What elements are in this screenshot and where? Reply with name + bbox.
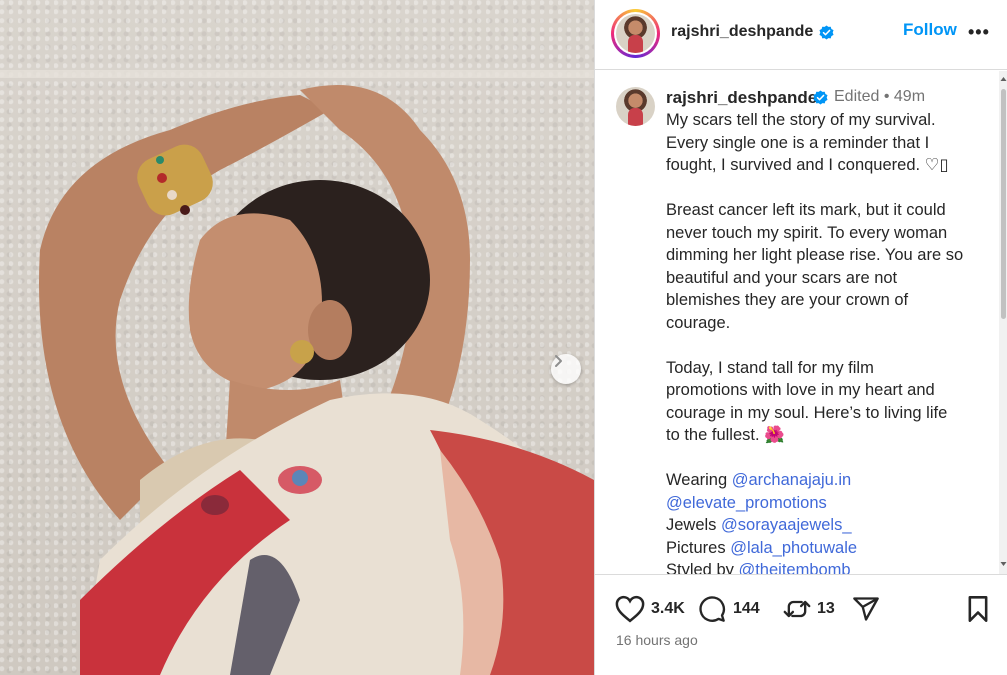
caption-username[interactable]: rajshri_deshpande xyxy=(666,88,817,108)
share-button[interactable] xyxy=(851,595,881,623)
caption-text: My scars tell the story of my survival. … xyxy=(666,109,991,574)
caption-section: rajshri_deshpande Edited • 49m My scars … xyxy=(595,71,999,574)
repost-button[interactable]: 13 xyxy=(783,595,835,623)
post-actions: 3.4K 144 13 16 hours ago xyxy=(595,574,1007,675)
bookmark-icon xyxy=(968,596,988,622)
more-options-button[interactable]: ••• xyxy=(968,22,990,43)
like-button[interactable]: 3.4K xyxy=(615,595,685,623)
like-count[interactable]: 3.4K xyxy=(651,600,685,618)
post-header: rajshri_deshpande Follow ••• xyxy=(595,0,1007,70)
post-timestamp[interactable]: 16 hours ago xyxy=(616,632,698,648)
scroll-thumb[interactable] xyxy=(1001,89,1006,319)
send-icon xyxy=(853,597,879,621)
caption-scrollbar[interactable] xyxy=(999,71,1007,574)
pictures-label: Pictures xyxy=(666,538,726,557)
caption-line: Every single one is a reminder that I xyxy=(666,133,930,152)
mention-link[interactable]: @elevate_promotions xyxy=(666,494,827,512)
meta-separator: • xyxy=(883,88,890,105)
mention-link[interactable]: @sorayaajewels_ xyxy=(721,516,851,534)
styled-label: Styled by xyxy=(666,561,734,574)
mention-link[interactable]: @lala_photuwale xyxy=(730,539,857,557)
post-side-panel: rajshri_deshpande Follow ••• rajshri_des… xyxy=(594,0,1007,675)
caption-line: courage. xyxy=(666,313,731,332)
caption-line: beautiful and your scars are not xyxy=(666,268,898,287)
caption-line: Breast cancer left its mark, but it coul… xyxy=(666,201,946,219)
caption-line: courage in my soul. Here’s to living lif… xyxy=(666,403,948,422)
edited-label: Edited xyxy=(834,88,880,105)
credit-line: Styled by @theitembomb xyxy=(666,559,991,574)
follow-button[interactable]: Follow xyxy=(903,20,957,40)
caption-line: never touch my spirit. To every woman xyxy=(666,223,948,242)
repost-icon xyxy=(783,600,811,618)
comment-button[interactable]: 144 xyxy=(697,595,760,623)
header-username[interactable]: rajshri_deshpande xyxy=(671,23,813,41)
mention-link[interactable]: @theitembomb xyxy=(738,561,850,574)
repost-count[interactable]: 13 xyxy=(817,600,835,618)
post-image-illustration xyxy=(0,70,594,675)
caption-line: dimming her light please rise. You are s… xyxy=(666,246,964,264)
verified-badge-icon xyxy=(813,90,828,105)
credit-line: @elevate_promotions xyxy=(666,492,991,515)
caption-line: Today, I stand tall for my film xyxy=(666,358,874,377)
caption-line: blemishes they are your crown of xyxy=(666,291,909,309)
caption-line: promotions with love in my heart and xyxy=(666,381,935,399)
heart-icon xyxy=(615,595,645,623)
credit-line: Wearing @archanajaju.in xyxy=(666,469,991,492)
caption-line: fought, I survived and I conquered. ♡▯ xyxy=(666,156,949,174)
caption-avatar[interactable] xyxy=(616,87,655,126)
wearing-label: Wearing xyxy=(666,471,728,489)
author-avatar[interactable] xyxy=(611,9,660,58)
next-photo-button[interactable] xyxy=(551,354,581,384)
credit-line: Pictures @lala_photuwale xyxy=(666,537,991,560)
caption-line: to the fullest. 🌺 xyxy=(666,426,785,444)
comment-icon xyxy=(699,596,725,622)
post-photo[interactable] xyxy=(0,0,594,675)
caption-meta: Edited • 49m xyxy=(834,88,925,106)
chevron-right-icon xyxy=(555,355,562,367)
comment-count[interactable]: 144 xyxy=(733,600,760,618)
mention-link[interactable]: @archanajaju.in xyxy=(732,471,852,489)
credit-line: Jewels @sorayaajewels_ xyxy=(666,514,991,537)
post-time: 49m xyxy=(893,88,926,105)
caption-line: My scars tell the story of my survival. xyxy=(666,111,936,129)
jewels-label: Jewels xyxy=(666,516,717,534)
verified-badge-icon xyxy=(819,25,834,40)
scroll-down-icon[interactable] xyxy=(999,560,1007,568)
scroll-up-icon[interactable] xyxy=(999,75,1007,83)
save-button[interactable] xyxy=(965,595,991,623)
